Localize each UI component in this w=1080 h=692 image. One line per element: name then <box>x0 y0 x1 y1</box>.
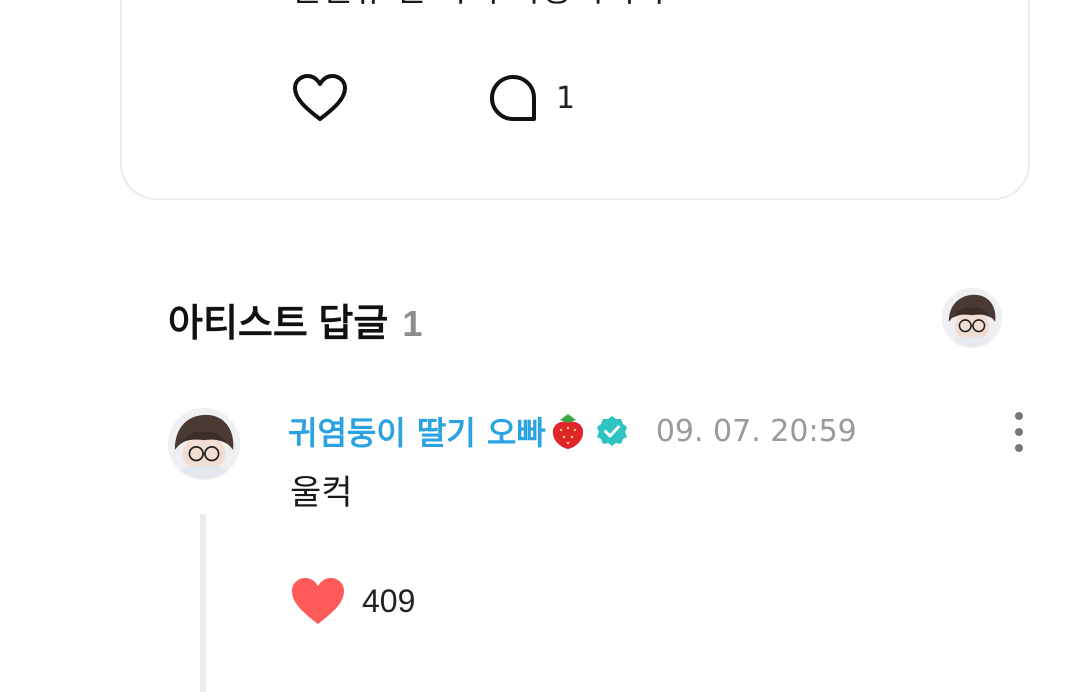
more-dot-icon <box>1015 444 1023 452</box>
more-dot-icon <box>1015 412 1023 420</box>
post-actions: 1 <box>292 72 575 124</box>
comment-author-avatar-image <box>169 409 239 479</box>
post-comment-count: 1 <box>556 80 576 116</box>
verified-badge-icon <box>596 416 627 446</box>
heart-outline-icon <box>293 74 347 121</box>
comment-timestamp: 09. 07. 20:59 <box>655 413 857 449</box>
comment-like-count: 409 <box>362 582 416 619</box>
post-comment-button[interactable]: 1 <box>488 74 575 122</box>
post-like-button[interactable] <box>292 72 348 124</box>
comment-text: 울컥 <box>290 473 353 513</box>
strawberry-icon <box>552 414 583 449</box>
post-card: 신신유 넌 나의 자랑이니라 1 <box>120 0 1030 200</box>
heart-filled-icon <box>292 578 344 624</box>
artist-avatar-small[interactable] <box>942 288 1002 348</box>
comment-author-name[interactable]: 귀염둥이 딸기 오빠 <box>288 408 546 454</box>
artist-replies-title: 아티스트 답글 <box>168 303 389 345</box>
artist-avatar-image <box>943 289 1001 347</box>
artist-replies-count: 1 <box>402 303 423 344</box>
more-dot-icon <box>1015 428 1023 436</box>
thread-line <box>200 514 206 692</box>
post-text: 신신유 넌 나의 자랑이니라 <box>290 0 667 12</box>
comment-header: 귀염둥이 딸기 오빠 09. 07. 20:59 <box>288 408 857 454</box>
speech-bubble-icon <box>490 75 536 121</box>
comment-author-avatar[interactable] <box>168 408 240 480</box>
comment-like-button[interactable]: 409 <box>290 574 415 628</box>
more-options-button[interactable] <box>1004 410 1034 454</box>
artist-replies-header: 아티스트 답글 1 <box>168 292 422 347</box>
